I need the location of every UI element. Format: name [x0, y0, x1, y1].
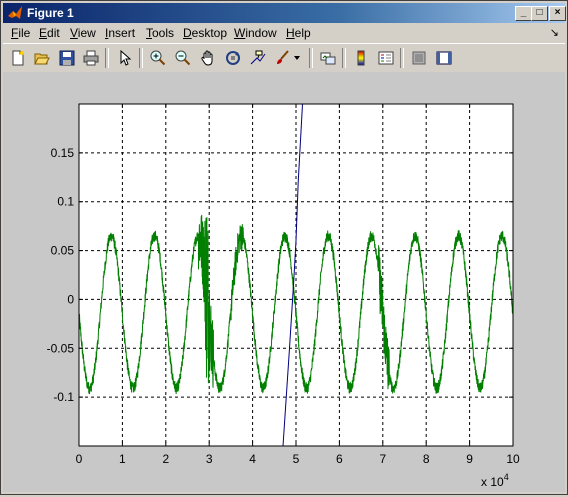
close-button[interactable]: ×	[549, 6, 566, 21]
x-tick-label: 5	[293, 452, 300, 466]
pointer-icon[interactable]	[114, 47, 136, 69]
menu-window[interactable]: Window	[234, 26, 277, 40]
y-tick-label: -0.05	[47, 341, 75, 355]
zoom-out-icon[interactable]	[172, 47, 194, 69]
toolbar-separator	[139, 48, 143, 68]
x-tick-label: 0	[76, 452, 83, 466]
hide-plot-tools-icon[interactable]	[408, 47, 430, 69]
data-cursor-icon[interactable]	[247, 47, 269, 69]
save-icon[interactable]	[56, 47, 78, 69]
x-tick-label: 10	[506, 452, 520, 466]
matlab-logo-icon	[8, 6, 22, 19]
rotate-3d-icon[interactable]	[222, 47, 244, 69]
toolbar-separator	[342, 48, 346, 68]
y-tick-label: 0.05	[51, 244, 75, 258]
legend-icon[interactable]	[375, 47, 397, 69]
menu-insert[interactable]: Insert	[105, 26, 135, 40]
figure-toolbar	[3, 43, 565, 73]
x-tick-label: 1	[119, 452, 126, 466]
menu-view[interactable]: View	[70, 26, 96, 40]
x-tick-label: 9	[466, 452, 473, 466]
plot-svg: 0 1 2 3 4 5 6 7 8 9 10 -0.1 -0.05 0 0.05 0.1 0.15 x 104	[47, 103, 520, 489]
x-tick-label: 8	[423, 452, 430, 466]
dock-arrow-icon[interactable]: ↘	[550, 26, 559, 39]
menu-desktop[interactable]: Desktop	[183, 26, 227, 40]
y-tick-label: 0.15	[51, 146, 75, 160]
menu-file[interactable]: File	[11, 26, 30, 40]
new-figure-icon[interactable]	[7, 47, 29, 69]
colorbar-icon[interactable]	[350, 47, 372, 69]
minimize-button[interactable]: _	[515, 6, 532, 21]
menu-edit[interactable]: Edit	[39, 26, 60, 40]
menu-bar: File Edit View Insert Tools Desktop Wind…	[3, 23, 565, 42]
x-tick-label: 3	[206, 452, 213, 466]
title-bar[interactable]: Figure 1 _ □ ×	[3, 3, 566, 23]
link-plot-icon[interactable]	[317, 47, 339, 69]
open-file-icon[interactable]	[31, 47, 53, 69]
x-tick-label: 7	[379, 452, 386, 466]
brush-icon[interactable]	[271, 47, 293, 69]
toolbar-separator	[400, 48, 404, 68]
print-icon[interactable]	[80, 47, 102, 69]
maximize-button[interactable]: □	[531, 6, 548, 21]
zoom-in-icon[interactable]	[147, 47, 169, 69]
pan-hand-icon[interactable]	[197, 47, 219, 69]
y-tick-label: 0.1	[57, 195, 74, 209]
menu-help[interactable]: Help	[286, 26, 311, 40]
menu-tools[interactable]: Tools	[146, 26, 174, 40]
x-tick-label: 6	[336, 452, 343, 466]
y-tick-label: 0	[67, 292, 74, 306]
x-tick-label: 2	[162, 452, 169, 466]
show-plot-tools-icon[interactable]	[433, 47, 455, 69]
toolbar-separator	[309, 48, 313, 68]
x-multiplier-label: x 104	[481, 472, 509, 489]
brush-dropdown-icon[interactable]	[291, 47, 303, 69]
x-tick-label: 4	[249, 452, 256, 466]
figure-canvas: 0 1 2 3 4 5 6 7 8 9 10 -0.1 -0.05 0 0.05 0.1 0.15 x 104	[3, 72, 565, 492]
window-title: Figure 1	[27, 6, 74, 20]
y-tick-label: -0.1	[53, 390, 74, 404]
figure-window: Figure 1 _ □ × File Edit View Insert Too…	[0, 0, 568, 495]
toolbar-separator	[105, 48, 109, 68]
